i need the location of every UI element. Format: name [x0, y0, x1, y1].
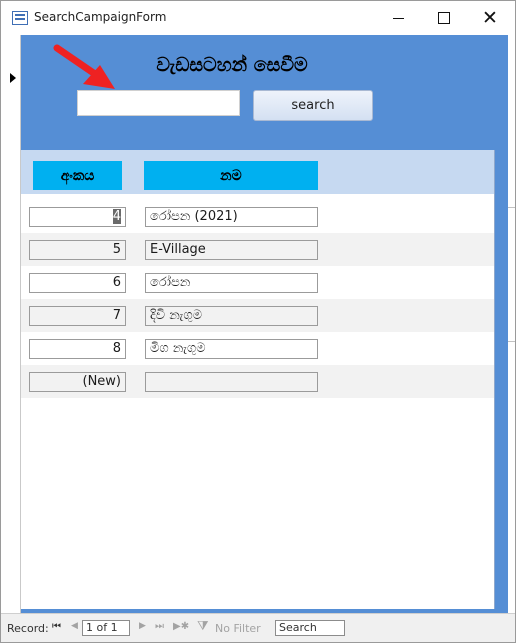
id-field[interactable]: 8: [29, 339, 126, 359]
record-row[interactable]: 8 මිග නැගුම: [21, 332, 494, 365]
id-value: 4: [112, 209, 121, 224]
next-record-icon[interactable]: ▶: [139, 621, 146, 631]
name-field[interactable]: E-Village: [145, 240, 318, 260]
record-row[interactable]: 5 E-Village: [21, 233, 494, 266]
maximize-icon: [438, 12, 450, 24]
current-record-field[interactable]: 1 of 1: [82, 620, 130, 636]
background-window-edge: [508, 35, 515, 613]
id-field[interactable]: 4: [29, 207, 126, 227]
new-record-icon[interactable]: ▶✱: [173, 621, 189, 632]
record-row[interactable]: 7 දිවි නැගුම: [21, 299, 494, 332]
name-field[interactable]: [145, 372, 318, 392]
record-label: Record:: [7, 622, 49, 635]
current-record-pointer-icon: [10, 73, 16, 83]
close-icon: ✕: [482, 6, 498, 29]
id-field[interactable]: 7: [29, 306, 126, 326]
name-field[interactable]: දිවි නැගුම: [145, 306, 318, 326]
record-selector-strip[interactable]: [1, 35, 21, 613]
red-arrow-icon: [53, 44, 115, 89]
title-bar[interactable]: SearchCampaignForm ✕: [1, 1, 515, 35]
close-button[interactable]: ✕: [467, 1, 513, 35]
record-row[interactable]: 4 රෝපන (2021): [21, 200, 494, 233]
form-header: වැඩසටහන් සෙවීම search: [21, 35, 508, 150]
name-field[interactable]: රෝපන: [145, 273, 318, 293]
search-campaign-form: වැඩසටහන් සෙවීම search අංකය නම 4 රෝපන (20…: [21, 35, 508, 613]
records-list: අංකය නම 4 රෝපන (2021) 5 E-Village 6 රෝපන…: [21, 150, 495, 609]
minimize-button[interactable]: [375, 1, 421, 35]
last-record-icon[interactable]: ⏭: [155, 621, 164, 632]
navbar-search-field[interactable]: Search: [275, 620, 345, 636]
record-navigation-bar: Record: ⏮ ◀ 1 of 1 ▶ ⏭ ▶✱ ⧩ No Filter Se…: [1, 613, 515, 642]
id-field[interactable]: 6: [29, 273, 126, 293]
access-form-icon: [12, 11, 28, 25]
new-record-row[interactable]: (New): [21, 365, 494, 398]
record-row[interactable]: 6 රෝපන: [21, 266, 494, 299]
search-button[interactable]: search: [253, 90, 373, 121]
name-field[interactable]: රෝපන (2021): [145, 207, 318, 227]
maximize-button[interactable]: [421, 1, 467, 35]
column-header-band: අංකය නම: [21, 150, 494, 194]
filter-icon: ⧩: [197, 619, 209, 634]
form-title: වැඩසටහන් සෙවීම: [156, 54, 308, 76]
no-filter-label[interactable]: No Filter: [215, 622, 261, 635]
column-header-name: නම: [144, 161, 318, 190]
search-input[interactable]: [77, 90, 240, 116]
column-header-id: අංකය: [33, 161, 122, 190]
minimize-icon: [392, 17, 404, 19]
access-window: SearchCampaignForm ✕ වැඩසටහන් සෙවීම sear…: [0, 0, 516, 643]
id-field[interactable]: (New): [29, 372, 126, 392]
first-record-icon[interactable]: ⏮: [52, 621, 61, 632]
previous-record-icon[interactable]: ◀: [71, 621, 78, 631]
name-field[interactable]: මිග නැගුම: [145, 339, 318, 359]
window-title: SearchCampaignForm: [34, 10, 167, 24]
id-field[interactable]: 5: [29, 240, 126, 260]
